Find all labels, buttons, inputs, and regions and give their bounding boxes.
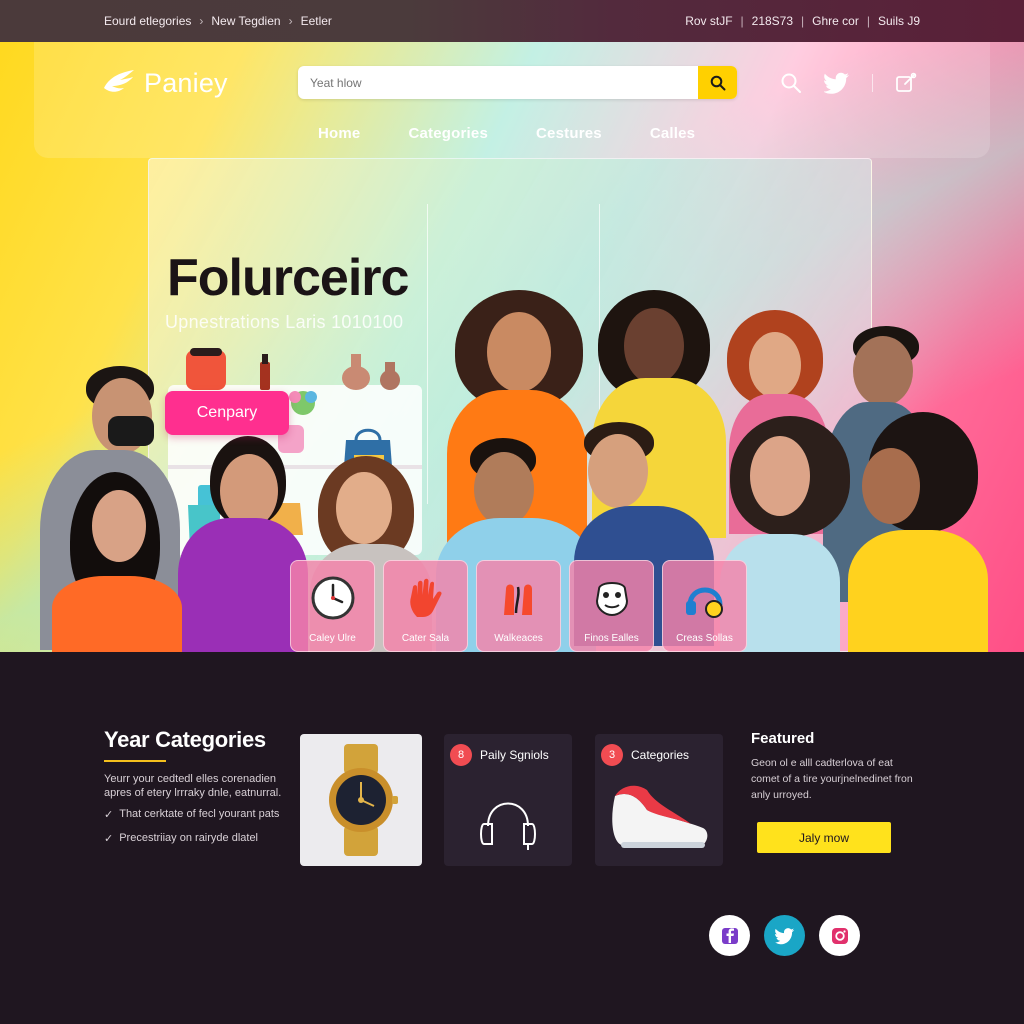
product-card[interactable]: 8 Paily Sgniols <box>444 734 572 866</box>
headphones-icon <box>685 587 723 618</box>
search-button[interactable] <box>698 66 737 99</box>
check-text: That cerktate of fecl yourant pats <box>119 808 280 820</box>
category-tile[interactable]: Creas Sollas <box>662 560 747 652</box>
top-right-4[interactable]: Suils J9 <box>878 14 920 28</box>
instagram-button[interactable] <box>819 915 860 956</box>
featured-description: Geon ol e alll cadterlova of eat comet o… <box>751 757 913 801</box>
top-right-3[interactable]: Ghre cor <box>812 14 859 28</box>
tile-label: Caley Ulre <box>309 633 356 644</box>
top-right-1[interactable]: Rov stJF <box>685 14 732 28</box>
headphones-icon <box>480 802 536 850</box>
category-tile[interactable]: Walkeaces <box>476 560 561 652</box>
hero-title: Folurceirc <box>167 249 409 307</box>
logo-text: Paniey <box>144 67 228 98</box>
tile-label: Finos Ealles <box>584 633 639 644</box>
logo[interactable]: Paniey <box>102 66 228 100</box>
twitter-icon[interactable] <box>824 72 850 94</box>
title-underline <box>104 760 166 762</box>
card-title: Categories <box>631 748 690 762</box>
edit-icon[interactable] <box>895 72 917 94</box>
product-bottles-illustration <box>186 348 400 390</box>
twitter-button[interactable] <box>764 915 805 956</box>
card-title: Paily Sgniols <box>480 748 549 762</box>
categories-title: Year Categories <box>104 727 266 752</box>
check-item: ✓ That cerktate of fecl yourant pats <box>104 808 279 821</box>
facebook-icon <box>721 927 738 944</box>
check-text: Precestriiay on rairyde dlatel <box>119 832 259 844</box>
categories-description: Yeurr your cedtedl elles corenadien apre… <box>104 773 282 799</box>
facebook-button[interactable] <box>709 915 750 956</box>
nav-cestures[interactable]: Cestures <box>536 125 602 142</box>
header-icons <box>780 72 917 94</box>
check-item: ✓ Precestriiay on rairyde dlatel <box>104 832 258 845</box>
company-button[interactable]: Cenpary <box>165 391 289 435</box>
clock-icon <box>311 576 354 620</box>
card-badge: 8 <box>450 744 472 766</box>
top-bar-left: Eourd etlegories › New Tegdien › Eetler <box>104 14 332 28</box>
hand-icon <box>409 578 442 617</box>
twitter-icon <box>774 927 794 944</box>
product-card[interactable]: 3 Categories <box>595 734 723 866</box>
tile-label: Walkeaces <box>494 633 543 644</box>
search-input[interactable] <box>298 75 698 90</box>
watch-card[interactable] <box>300 734 422 866</box>
instagram-icon <box>831 927 848 944</box>
featured-title: Featured <box>751 730 815 747</box>
check-icon: ✓ <box>104 833 114 845</box>
top-bar-right: Rov stJF | 218S73 | Ghre cor | Suils J9 <box>685 14 920 28</box>
top-bar: Eourd etlegories › New Tegdien › Eetler … <box>0 0 1024 42</box>
gloves-icon <box>503 584 532 615</box>
tile-label: Creas Sollas <box>676 633 733 644</box>
category-tiles: Caley Ulre Cater Sala Walkeaces Finos Ea… <box>290 560 747 652</box>
featured-button[interactable]: Jaly mow <box>757 822 891 853</box>
main-nav: Home Categories Cestures Calles <box>318 125 743 142</box>
check-icon: ✓ <box>104 809 114 821</box>
search-icon <box>710 75 725 90</box>
hero-subtitle: Upnestrations Laris 1010100 <box>165 312 404 332</box>
top-right-2[interactable]: 218S73 <box>752 14 793 28</box>
wing-logo-icon <box>104 70 134 92</box>
top-link-2[interactable]: New Tegdien <box>211 14 280 28</box>
top-link-3[interactable]: Eetler <box>301 14 332 28</box>
nav-categories[interactable]: Categories <box>408 125 488 142</box>
watch-image <box>329 744 398 856</box>
category-tile[interactable]: Finos Ealles <box>569 560 654 652</box>
shoe-icon <box>612 785 708 848</box>
tile-label: Cater Sala <box>401 633 450 644</box>
category-tile[interactable]: Cater Sala <box>383 560 468 652</box>
search-icon[interactable] <box>780 72 802 94</box>
top-link-1[interactable]: Eourd etlegories <box>104 14 191 28</box>
nav-home[interactable]: Home <box>318 125 360 142</box>
figure-icon <box>595 582 628 617</box>
card-badge: 3 <box>601 744 623 766</box>
category-tile[interactable]: Caley Ulre <box>290 560 375 652</box>
search-bar <box>298 66 737 99</box>
nav-calles[interactable]: Calles <box>650 125 695 142</box>
